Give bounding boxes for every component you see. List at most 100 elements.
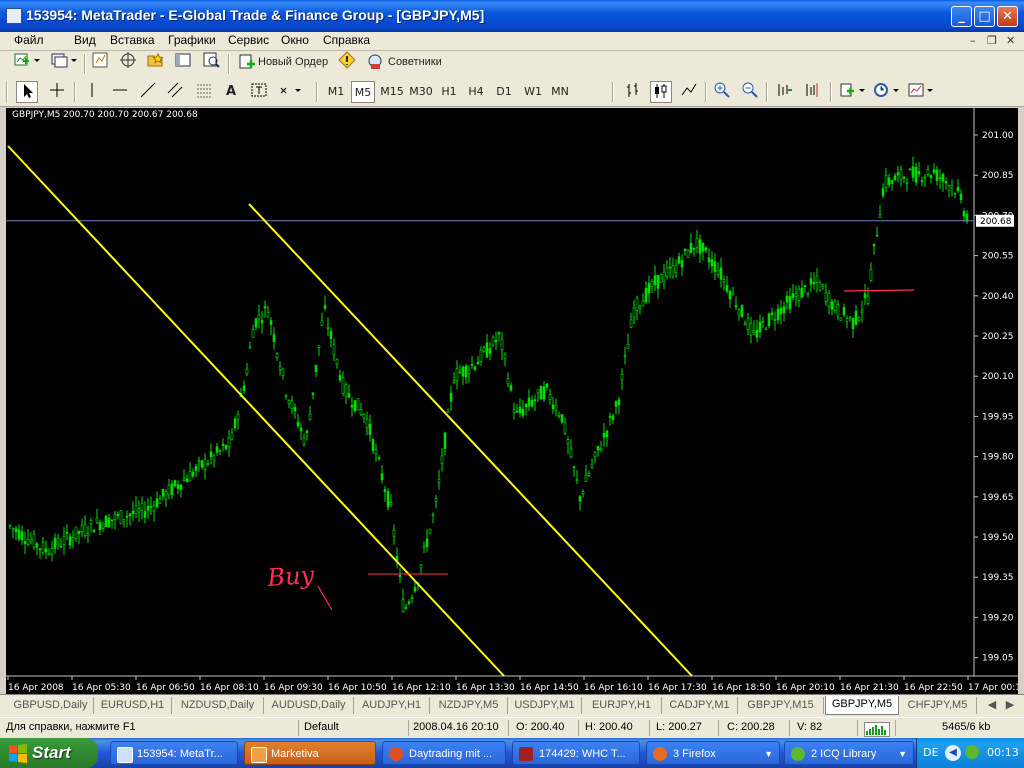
period-m15[interactable]: M15 — [378, 81, 406, 103]
candle-body — [173, 480, 177, 487]
candle-body — [29, 539, 33, 542]
candle-body — [764, 328, 768, 331]
menu-tools[interactable]: Сервис — [228, 33, 269, 47]
data-window-icon[interactable] — [118, 51, 138, 73]
taskbar-item-whc[interactable]: 174429: WHC T... — [512, 741, 640, 765]
crosshair-icon[interactable] — [46, 81, 68, 103]
period-h4[interactable]: H4 — [464, 81, 488, 103]
window-title-bar[interactable]: 153954: MetaTrader - E-Global Trade & Fi… — [0, 0, 1024, 32]
tab-audjpy-h1[interactable]: AUDJPY,H1 — [354, 697, 430, 714]
horizontal-line-icon[interactable] — [109, 81, 131, 103]
tab-audusd-daily[interactable]: AUDUSD,Daily — [264, 697, 354, 714]
mdi-close-button[interactable]: ✕ — [1006, 34, 1015, 47]
tab-gbpjpy-m15[interactable]: GBPJPY,M15 — [738, 697, 824, 714]
chart-shift-icon[interactable] — [801, 81, 823, 103]
mdi-restore-button[interactable]: ❐ — [987, 34, 997, 47]
taskbar-item-metatrader[interactable]: 153954: MetaTr... — [110, 741, 238, 765]
chart-canvas[interactable]: 201.00200.85200.70200.55200.40200.25200.… — [6, 108, 1018, 694]
arrows-dropdown-icon[interactable] — [276, 81, 306, 103]
text-label-icon[interactable] — [248, 81, 270, 103]
candle-body — [263, 306, 267, 309]
tab-chfjpy-m5[interactable]: CHFJPY,M5 — [899, 697, 977, 714]
candle-body — [836, 304, 840, 317]
vertical-line-icon[interactable] — [82, 81, 102, 103]
tray-expand-icon[interactable]: ◀ — [945, 745, 961, 761]
terminal-icon[interactable] — [173, 51, 193, 73]
taskbar-group-icq[interactable]: 2 ICQ Library ▼ — [784, 741, 914, 765]
period-w1[interactable]: W1 — [520, 81, 546, 103]
price-chart[interactable]: 201.00200.85200.70200.55200.40200.25200.… — [6, 108, 1018, 694]
tab-eurusd-h1[interactable]: EURUSD,H1 — [94, 697, 172, 714]
trendline-icon[interactable] — [137, 81, 159, 103]
candle-body — [653, 275, 657, 286]
candle-body — [872, 243, 876, 247]
period-m30[interactable]: M30 — [407, 81, 435, 103]
market-watch-icon[interactable] — [90, 51, 110, 73]
start-button[interactable]: Start — [0, 738, 98, 768]
autoscroll-icon[interactable] — [773, 81, 795, 103]
menu-view[interactable]: Вид — [74, 33, 96, 47]
candle-body — [248, 346, 252, 349]
tab-eurjpy-h1[interactable]: EURJPY,H1 — [582, 697, 662, 714]
maximize-button[interactable]: □ — [974, 6, 995, 27]
line-chart-icon[interactable] — [678, 81, 700, 103]
indicators-dropdown-icon[interactable] — [838, 81, 868, 103]
period-mn[interactable]: MN — [547, 81, 573, 103]
bar-chart-icon[interactable] — [622, 81, 644, 103]
candle-body — [590, 463, 594, 468]
menu-insert[interactable]: Вставка — [110, 33, 155, 47]
expert-advisors-button[interactable]: Советники — [364, 51, 448, 73]
tab-scroll-right-icon[interactable]: ▶ — [1002, 697, 1018, 714]
zoom-in-icon[interactable] — [711, 81, 733, 103]
period-d1[interactable]: D1 — [492, 81, 516, 103]
candle-body — [473, 366, 477, 370]
periods-dropdown-icon[interactable] — [872, 81, 902, 103]
language-indicator[interactable]: DE — [923, 746, 938, 759]
navigator-icon[interactable] — [145, 51, 165, 73]
cursor-icon[interactable] — [16, 81, 38, 103]
tab-cadjpy-m1[interactable]: CADJPY,M1 — [662, 697, 738, 714]
tab-nzdusd-daily[interactable]: NZDUSD,Daily — [172, 697, 264, 714]
candle-body — [101, 523, 105, 530]
mdi-minimize-button[interactable]: – — [970, 34, 976, 47]
menu-charts[interactable]: Графики — [168, 33, 216, 47]
equidistant-channel-icon[interactable] — [164, 81, 186, 103]
period-m1[interactable]: M1 — [324, 81, 348, 103]
text-tool-icon[interactable]: A — [220, 81, 242, 103]
tab-usdjpy-m1[interactable]: USDJPY,M1 — [508, 697, 582, 714]
taskbar-item-daytrading[interactable]: Daytrading mit ... — [382, 741, 506, 765]
fibonacci-icon[interactable] — [193, 81, 215, 103]
icq-tray-icon[interactable] — [965, 745, 979, 759]
tab-gbpusd-daily[interactable]: GBPUSD,Daily — [8, 697, 94, 714]
strategy-tester-icon[interactable] — [201, 51, 221, 73]
menu-file[interactable]: Файл — [14, 33, 44, 47]
tab-nzdjpy-m5[interactable]: NZDJPY,M5 — [430, 697, 508, 714]
taskbar-group-firefox[interactable]: 3 Firefox ▼ — [646, 741, 780, 765]
candlestick-chart-icon[interactable] — [650, 81, 672, 103]
candle-body — [533, 399, 537, 402]
menu-window[interactable]: Окно — [281, 33, 309, 47]
candle-body — [656, 274, 660, 289]
tab-scroll-left-icon[interactable]: ◀ — [984, 697, 1000, 714]
candle-body — [59, 545, 63, 548]
tab-gbpjpy-m5[interactable]: GBPJPY,M5 — [825, 696, 899, 715]
new-order-button[interactable]: Новый Ордер — [236, 51, 332, 73]
standard-toolbar: Новый Ордер Советники — [0, 51, 1024, 78]
period-m5[interactable]: M5 — [351, 81, 375, 103]
templates-dropdown-icon[interactable] — [906, 81, 936, 103]
zoom-out-icon[interactable] — [739, 81, 761, 103]
candle-body — [521, 408, 525, 416]
candle-body — [401, 599, 405, 612]
price-tick-label: 199.20 — [982, 613, 1014, 623]
profiles-icon[interactable] — [48, 51, 80, 73]
period-h1[interactable]: H1 — [437, 81, 461, 103]
close-button[interactable]: ✕ — [997, 6, 1018, 27]
candle-body — [935, 169, 939, 181]
menu-help[interactable]: Справка — [323, 33, 370, 47]
taskbar-item-marketiva[interactable]: Marketiva — [244, 741, 376, 765]
metaeditor-icon[interactable] — [337, 51, 357, 73]
new-chart-icon[interactable] — [10, 51, 44, 73]
candle-body — [104, 515, 108, 528]
bid-price-label: 200.68 — [980, 217, 1012, 227]
minimize-button[interactable]: _ — [951, 6, 972, 27]
